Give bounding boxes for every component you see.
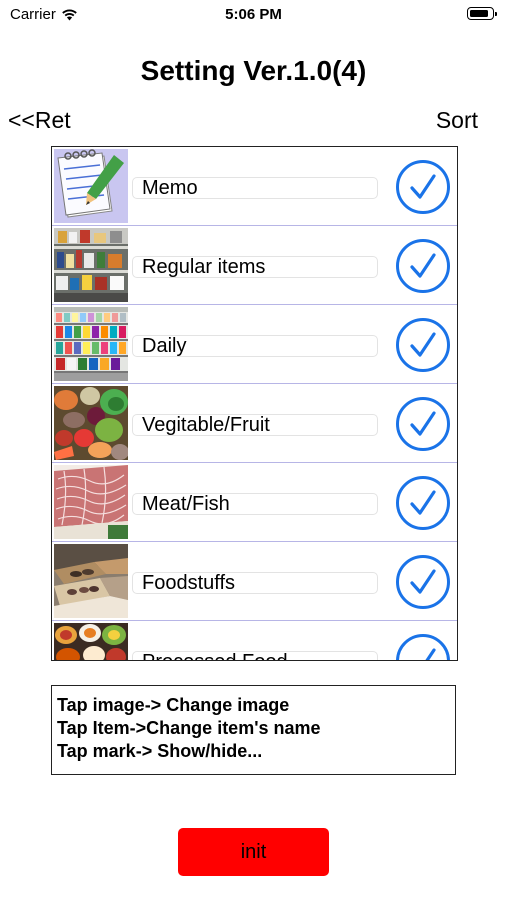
list-item: Vegitable/Fruit bbox=[52, 384, 457, 463]
list-item: Memo bbox=[52, 147, 457, 226]
back-button[interactable]: <<Ret bbox=[8, 107, 71, 134]
category-list[interactable]: Memo Regular items Daily Vegitable/Fruit… bbox=[51, 146, 458, 661]
instruction-line: Tap image-> Change image bbox=[57, 695, 290, 715]
checkmark-circle-icon[interactable] bbox=[395, 159, 451, 215]
list-item: Daily bbox=[52, 305, 457, 384]
checkmark-circle-icon[interactable] bbox=[395, 396, 451, 452]
status-bar: Carrier 5:06 PM bbox=[0, 0, 507, 30]
sort-button[interactable]: Sort bbox=[436, 107, 478, 134]
meat-photo[interactable] bbox=[54, 465, 128, 539]
battery-level-fill bbox=[470, 10, 488, 17]
item-name-field[interactable]: Processed Food bbox=[132, 650, 378, 660]
checkmark-circle-icon[interactable] bbox=[395, 317, 451, 373]
item-name-label: Regular items bbox=[142, 256, 266, 278]
item-name-label: Processed Food bbox=[142, 650, 288, 660]
list-item: Processed Food bbox=[52, 621, 457, 661]
status-time: 5:06 PM bbox=[225, 6, 282, 23]
init-button[interactable]: init bbox=[178, 828, 329, 876]
checkmark-circle-icon[interactable] bbox=[395, 238, 451, 294]
list-item: Meat/Fish bbox=[52, 463, 457, 542]
memo-notepad-icon[interactable] bbox=[54, 149, 128, 223]
item-name-field[interactable]: Vegitable/Fruit bbox=[132, 414, 378, 436]
item-name-label: Daily bbox=[142, 335, 187, 357]
item-name-field[interactable]: Foodstuffs bbox=[132, 572, 378, 594]
checkmark-circle-icon[interactable] bbox=[395, 554, 451, 610]
item-name-field[interactable]: Memo bbox=[132, 177, 378, 199]
item-name-field[interactable]: Meat/Fish bbox=[132, 493, 378, 515]
item-name-label: Meat/Fish bbox=[142, 493, 230, 515]
checkmark-circle-icon[interactable] bbox=[395, 633, 451, 661]
item-name-field[interactable]: Daily bbox=[132, 335, 378, 357]
init-button-label: init bbox=[240, 840, 267, 863]
instruction-line: Tap mark-> Show/hide... bbox=[57, 741, 263, 761]
item-name-label: Vegitable/Fruit bbox=[142, 414, 270, 436]
checkmark-circle-icon[interactable] bbox=[395, 475, 451, 531]
daily-goods-shelf-photo[interactable] bbox=[54, 307, 128, 381]
battery-icon bbox=[467, 7, 497, 20]
page-title: Setting Ver.1.0(4) bbox=[140, 55, 367, 86]
battery-nub bbox=[495, 11, 497, 16]
list-item: Foodstuffs bbox=[52, 542, 457, 621]
vegetables-photo[interactable] bbox=[54, 386, 128, 460]
item-name-field[interactable]: Regular items bbox=[132, 256, 378, 278]
foodstuffs-photo[interactable] bbox=[54, 544, 128, 618]
regular-items-photo[interactable] bbox=[54, 228, 128, 302]
processed-food-photo[interactable] bbox=[54, 623, 128, 660]
instructions-box: Tap image-> Change image Tap Item->Chang… bbox=[51, 685, 456, 775]
item-name-label: Memo bbox=[142, 177, 198, 199]
list-item: Regular items bbox=[52, 226, 457, 305]
item-name-label: Foodstuffs bbox=[142, 572, 236, 594]
instruction-line: Tap Item->Change item's name bbox=[57, 718, 321, 738]
